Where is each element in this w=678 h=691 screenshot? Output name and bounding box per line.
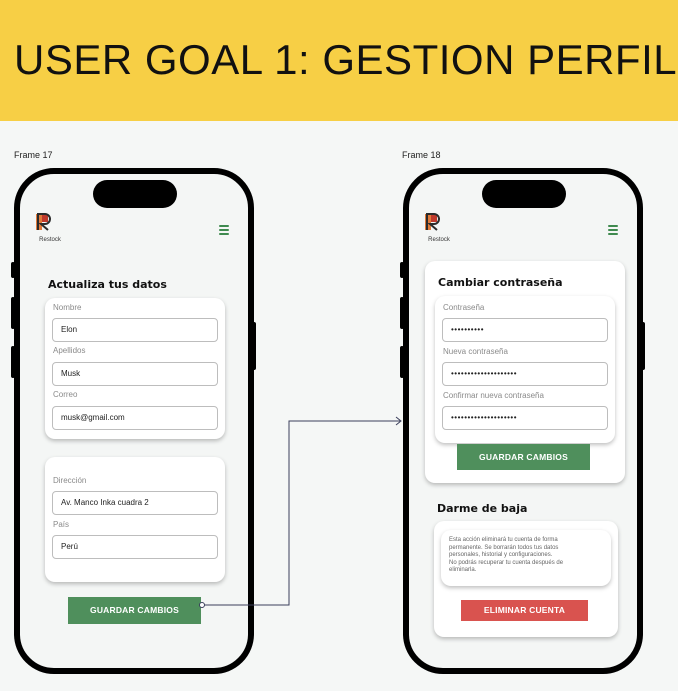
save-password-button[interactable]: GUARDAR CAMBIOS <box>457 444 590 470</box>
personal-data-card: Nombre Elon Apellidos Musk Correo musk@g… <box>45 298 225 439</box>
banner-title: USER GOAL 1: GESTION PERFIL <box>14 36 678 83</box>
restock-logo[interactable]: Restock <box>424 213 454 243</box>
email-input[interactable]: musk@gmail.com <box>52 406 218 430</box>
delete-account-title: Darme de baja <box>437 502 528 515</box>
phone-frame-18: Restock Cambiar contraseña Contraseña ••… <box>403 168 643 674</box>
change-password-title: Cambiar contraseña <box>438 276 563 289</box>
password-fields-card: Contraseña •••••••••• Nueva contraseña •… <box>435 296 615 443</box>
update-data-title: Actualiza tus datos <box>48 278 167 291</box>
country-label: País <box>53 520 70 529</box>
email-label: Correo <box>53 390 78 399</box>
phone-1-notch <box>93 180 177 208</box>
surname-label: Apellidos <box>53 346 86 355</box>
phone-frame-17: Restock Actualiza tus datos Nombre Elon … <box>14 168 254 674</box>
restock-logo[interactable]: Restock <box>35 213 65 243</box>
delete-warning-card: Esta acción eliminará tu cuenta de forma… <box>441 530 611 586</box>
save-changes-button[interactable]: GUARDAR CAMBIOS <box>68 597 201 624</box>
current-password-input[interactable]: •••••••••• <box>442 318 608 342</box>
phone-2-notch <box>482 180 566 208</box>
address-input[interactable]: Av. Manco Inka cuadra 2 <box>52 491 218 515</box>
flow-connector-arrowhead <box>395 416 402 426</box>
new-password-input[interactable]: •••••••••••••••••••• <box>442 362 608 386</box>
change-password-section: Cambiar contraseña Contraseña ••••••••••… <box>425 261 625 483</box>
current-password-label: Contraseña <box>443 303 485 312</box>
delete-account-section: Esta acción eliminará tu cuenta de forma… <box>434 521 618 637</box>
delete-account-button[interactable]: ELIMINAR CUENTA <box>461 600 588 621</box>
address-card: Dirección Av. Manco Inka cuadra 2 País P… <box>45 457 225 582</box>
title-banner: USER GOAL 1: GESTION PERFIL <box>0 0 678 121</box>
address-label: Dirección <box>53 476 87 485</box>
delete-warning-text: Esta acción eliminará tu cuenta de forma… <box>449 537 564 573</box>
hamburger-menu-icon[interactable] <box>608 225 618 237</box>
frame-18-label: Frame 18 <box>402 150 441 160</box>
restock-logo-icon <box>36 213 51 231</box>
hamburger-menu-icon[interactable] <box>219 225 229 237</box>
name-input[interactable]: Elon <box>52 318 218 342</box>
name-label: Nombre <box>53 303 82 312</box>
restock-logo-icon <box>425 213 440 231</box>
new-password-label: Nueva contraseña <box>443 347 508 356</box>
confirm-password-input[interactable]: •••••••••••••••••••• <box>442 406 608 430</box>
frame-17-label: Frame 17 <box>14 150 53 160</box>
surname-input[interactable]: Musk <box>52 362 218 386</box>
logo-text: Restock <box>428 237 450 243</box>
confirm-password-label: Confirmar nueva contraseña <box>443 391 544 400</box>
logo-text: Restock <box>39 237 61 243</box>
country-input[interactable]: Perú <box>52 535 218 559</box>
